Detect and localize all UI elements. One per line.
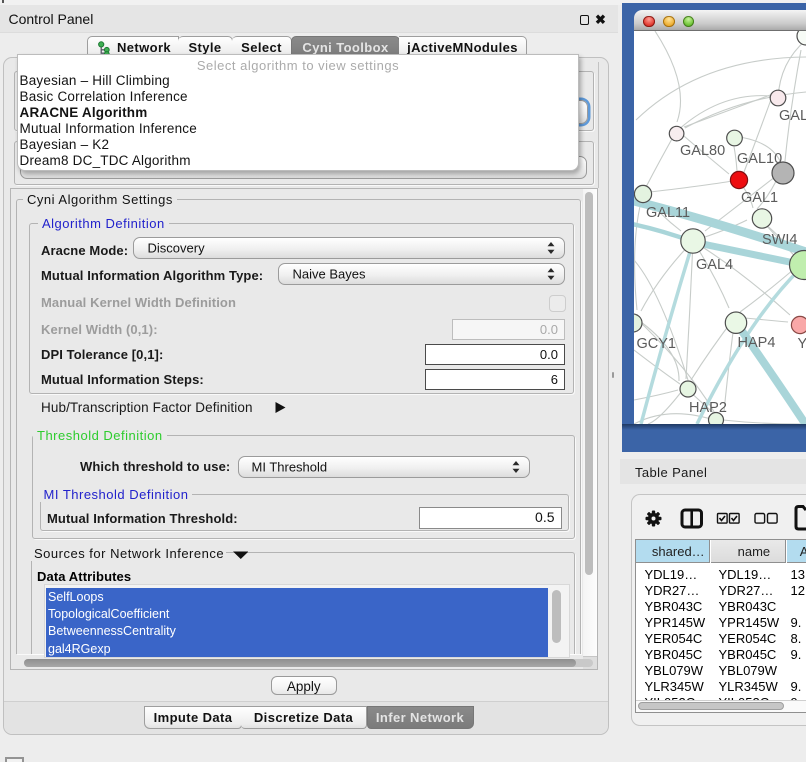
- svg-text:GCY1: GCY1: [637, 336, 677, 352]
- svg-text:GAL7: GAL7: [779, 108, 806, 124]
- svg-text:GAL1: GAL1: [741, 190, 778, 206]
- svg-text:HAP4: HAP4: [738, 335, 776, 351]
- svg-text:GAL11: GAL11: [646, 205, 690, 221]
- svg-text:Y: Y: [798, 336, 806, 352]
- svg-text:GAL10: GAL10: [737, 151, 782, 167]
- svg-text:HAP2: HAP2: [689, 400, 727, 416]
- svg-text:SWI4: SWI4: [762, 232, 797, 248]
- svg-text:GAL80: GAL80: [680, 143, 725, 159]
- svg-text:GAL4: GAL4: [696, 257, 733, 273]
